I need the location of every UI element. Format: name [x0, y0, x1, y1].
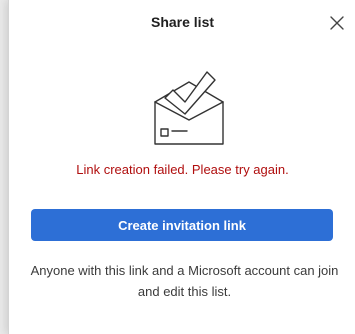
create-invitation-link-button[interactable]: Create invitation link [31, 209, 333, 241]
dialog-title: Share list [150, 14, 215, 30]
close-button[interactable] [325, 11, 349, 35]
share-info-text: Anyone with this link and a Microsoft ac… [30, 263, 339, 299]
error-message: Link creation failed. Please try again. [76, 162, 289, 177]
envelope-check-icon [143, 62, 235, 152]
share-list-dialog: Share list Link creation failed. Please … [8, 0, 355, 334]
close-icon [330, 16, 344, 30]
